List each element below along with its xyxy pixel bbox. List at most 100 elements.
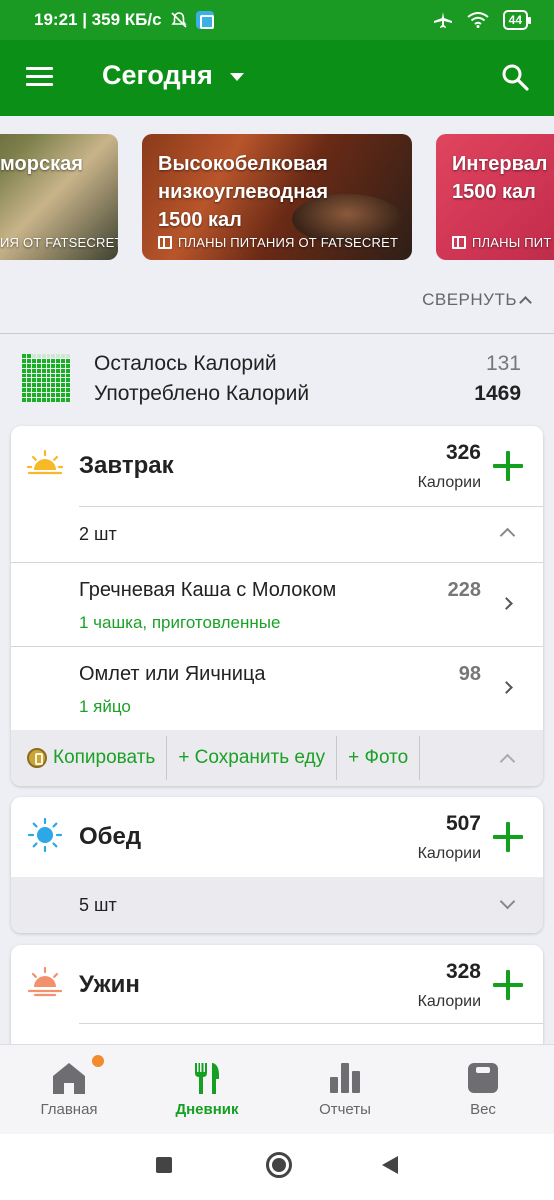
calorie-grid-cell	[31, 388, 36, 393]
remaining-label: Осталось Калорий	[94, 352, 277, 375]
food-entry[interactable]: Гречневая Каша с Молоком 1 чашка, пригот…	[11, 562, 543, 646]
home-button-icon[interactable]	[266, 1152, 292, 1178]
map-icon	[452, 236, 466, 249]
muted-bell-icon	[170, 12, 187, 28]
meal-calories-label: Калории	[417, 474, 481, 491]
meal-calories: 326	[445, 441, 481, 464]
meal-plan-banner[interactable]: Интервал 1500 кал ПЛАНЫ ПИТ	[436, 134, 554, 260]
calorie-grid-cell	[56, 383, 61, 388]
calorie-summary: Осталось Калорий 131 Употреблено Калорий…	[0, 334, 554, 426]
nav-reports[interactable]: Отчеты	[276, 1045, 414, 1135]
calorie-grid-cell	[26, 373, 31, 378]
dropdown-arrow-icon[interactable]	[230, 73, 244, 81]
calorie-grid-cell	[31, 358, 36, 363]
meal-calories-label: Калории	[417, 993, 481, 1010]
calorie-grid-cell	[56, 354, 61, 358]
back-icon[interactable]	[382, 1156, 398, 1174]
meal-header[interactable]: Ужин 328 Калории	[11, 945, 543, 1025]
calorie-grid-cell	[51, 358, 56, 363]
calorie-grid-cell	[41, 378, 46, 383]
calorie-grid-cell	[66, 363, 70, 368]
calorie-grid-cell	[61, 368, 66, 373]
meal-item-count[interactable]: 5 шт	[11, 877, 543, 933]
chevron-right-icon	[500, 681, 513, 694]
calorie-grid-cell	[41, 368, 46, 373]
bar-chart-icon	[330, 1063, 360, 1093]
bottom-navigation: Главная Дневник Отчеты Вес	[0, 1044, 554, 1134]
calorie-grid-cell	[22, 363, 26, 368]
date-title[interactable]: Сегодня	[102, 60, 213, 91]
copy-button[interactable]: Копировать	[11, 736, 168, 780]
notification-dot	[92, 1055, 104, 1067]
calorie-grid-cell	[51, 363, 56, 368]
save-meal-button[interactable]: + Сохранить еду	[167, 736, 338, 780]
system-navigation-bar	[0, 1134, 554, 1200]
calorie-grid-cell	[66, 368, 70, 373]
calorie-grid-cell	[22, 388, 26, 393]
meal-card-dinner: Ужин 328 Калории	[11, 945, 543, 1055]
nav-home[interactable]: Главная	[0, 1045, 138, 1135]
meal-card-breakfast: Завтрак 326 Калории 2 шт Гречневая Каша …	[11, 426, 543, 786]
calorie-grid-cell	[31, 363, 36, 368]
calorie-grid-cell	[51, 378, 56, 383]
calorie-grid-cell	[26, 363, 31, 368]
calorie-grid-cell	[36, 383, 41, 388]
meal-title: Завтрак	[79, 452, 174, 479]
nav-weight[interactable]: Вес	[414, 1045, 552, 1135]
calorie-grid-cell	[46, 393, 51, 398]
food-entry[interactable]: Омлет или Яичница 1 яйцо 98	[11, 646, 543, 730]
chevron-up-icon[interactable]	[499, 753, 516, 770]
calorie-grid-cell	[31, 383, 36, 388]
calorie-grid-cell	[66, 388, 70, 393]
home-icon	[53, 1063, 85, 1094]
calorie-grid-cell	[31, 373, 36, 378]
chevron-up-icon[interactable]	[499, 527, 516, 544]
calorie-grid-cell	[56, 398, 61, 402]
calorie-grid-cell	[36, 363, 41, 368]
food-portion: 1 яйцо	[79, 697, 131, 716]
meal-header[interactable]: Завтрак 326 Калории	[11, 426, 543, 507]
chevron-down-icon[interactable]	[499, 893, 516, 910]
add-photo-label: + Фото	[348, 747, 409, 768]
calorie-grid-cell	[56, 373, 61, 378]
search-icon[interactable]	[500, 62, 530, 92]
calorie-grid-cell	[31, 354, 36, 358]
banner-title: Интервал 1500 кал	[452, 153, 548, 203]
calorie-grid-cell	[56, 388, 61, 393]
hamburger-menu-icon[interactable]	[26, 67, 53, 87]
meal-header[interactable]: Обед 507 Калории	[11, 797, 543, 877]
calorie-grid-cell	[46, 358, 51, 363]
add-food-icon[interactable]	[493, 970, 523, 1000]
calorie-grid-cell	[41, 358, 46, 363]
calorie-grid-cell	[22, 378, 26, 383]
calorie-grid-cell	[66, 398, 70, 402]
add-photo-button[interactable]: + Фото	[337, 736, 421, 780]
calorie-grid-cell	[31, 368, 36, 373]
nav-diary-label: Дневник	[175, 1101, 239, 1118]
banner-subtitle: ПЛАНЫ ПИТ	[452, 235, 551, 250]
calorie-grid-cell	[26, 358, 31, 363]
consumed-value: 1469	[474, 382, 521, 405]
calorie-grid-cell	[22, 398, 26, 402]
app-notification-icon	[195, 11, 214, 29]
calorie-grid-cell	[61, 363, 66, 368]
meal-plan-carousel[interactable]: морская ИЯ ОТ FATSECRET Высокобелковая н…	[0, 132, 554, 260]
recent-apps-icon[interactable]	[156, 1157, 172, 1173]
food-calories: 98	[458, 663, 481, 685]
meal-plan-banner[interactable]: Высокобелковая низкоуглеводная 1500 кал …	[142, 134, 412, 260]
add-food-icon[interactable]	[493, 822, 523, 852]
add-food-icon[interactable]	[493, 451, 523, 481]
calorie-grid-cell	[56, 368, 61, 373]
calorie-grid-cell	[61, 358, 66, 363]
meal-item-count[interactable]: 2 шт	[11, 506, 543, 562]
calorie-grid-cell	[41, 393, 46, 398]
calorie-grid-icon	[22, 354, 70, 402]
airplane-icon	[433, 12, 452, 28]
collapse-button[interactable]: СВЕРНУТЬ	[422, 290, 532, 310]
divider	[79, 1023, 543, 1024]
calorie-grid-cell	[56, 393, 61, 398]
meal-calories: 507	[445, 812, 481, 835]
nav-diary[interactable]: Дневник	[138, 1045, 276, 1135]
meal-plan-banner[interactable]: морская ИЯ ОТ FATSECRET	[0, 134, 118, 260]
meal-card-lunch: Обед 507 Калории 5 шт	[11, 797, 543, 933]
